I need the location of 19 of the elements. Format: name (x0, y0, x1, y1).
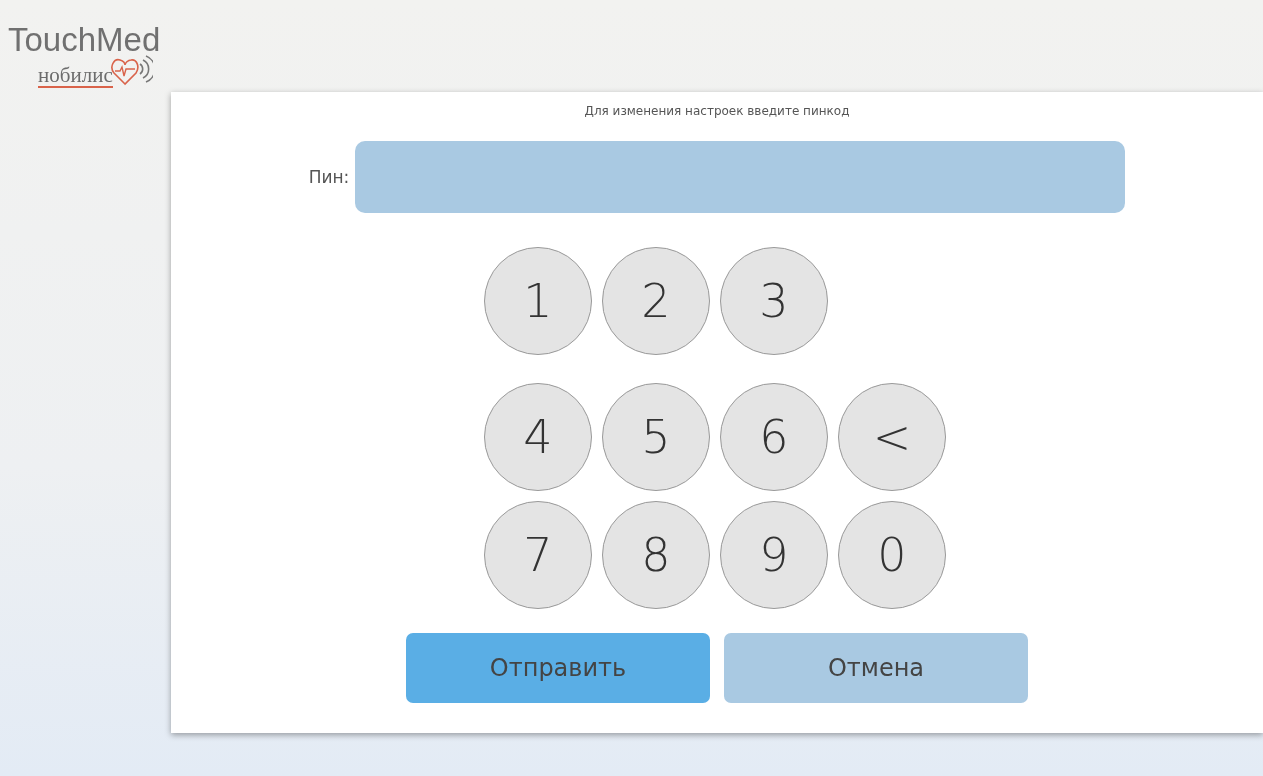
keypad-key[interactable]: 5 (602, 383, 710, 491)
keypad-key[interactable]: 2 (602, 247, 710, 355)
keypad-key[interactable]: 3 (720, 247, 828, 355)
keypad-key[interactable]: 7 (484, 501, 592, 609)
keypad-key[interactable]: 8 (602, 501, 710, 609)
logo-title: TouchMed (8, 22, 162, 58)
submit-button[interactable]: Отправить (406, 633, 710, 703)
keypad-key[interactable]: 4 (484, 383, 592, 491)
pin-label: Пин: (308, 167, 350, 187)
heart-pulse-icon (110, 54, 153, 88)
dialog-prompt: Для изменения настроек введите пинкод (584, 104, 850, 118)
keypad-key[interactable]: 6 (720, 383, 828, 491)
pin-field[interactable] (355, 141, 1126, 213)
keypad-key[interactable]: 1 (484, 247, 592, 355)
keypad-key[interactable]: 0 (838, 501, 946, 609)
keypad-key[interactable]: < (838, 383, 946, 491)
keypad-key[interactable]: 9 (720, 501, 828, 609)
logo-subtitle: нобилис (38, 64, 113, 88)
cancel-button[interactable]: Отмена (724, 633, 1028, 703)
